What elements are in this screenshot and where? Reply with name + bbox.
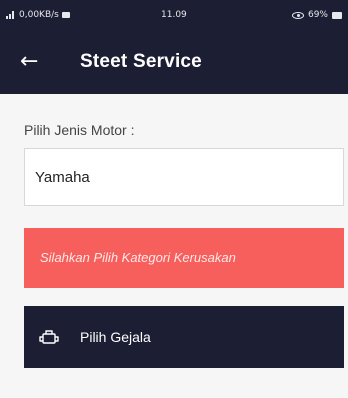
select-symptom-label: Pilih Gejala [80,329,151,345]
screen: 0,00KB/s 11.09 69% ← Steet Service Pilih… [0,0,348,398]
alert-text: Silahkan Pilih Kategori Kerusakan [40,250,236,265]
main-content: Pilih Jenis Motor : Yamaha Silahkan Pili… [0,94,348,398]
status-time: 11.09 [161,10,187,20]
alert-banner: Silahkan Pilih Kategori Kerusakan [24,228,344,288]
status-right: 69% [291,10,342,20]
battery-percent: 69% [307,10,328,20]
status-left: 0,00KB/s [6,10,70,20]
message-icon [61,12,70,18]
status-bar: 0,00KB/s 11.09 69% [0,0,348,30]
network-speed: 0,00KB/s [19,10,59,20]
motor-type-field[interactable]: Yamaha [24,148,344,206]
engine-icon [39,330,59,344]
back-arrow-icon: ← [20,49,39,74]
eye-icon [291,11,304,19]
back-button[interactable]: ← [20,50,48,74]
battery-icon [332,11,342,19]
signal-icon [6,11,16,19]
select-symptom-button[interactable]: Pilih Gejala [24,306,344,368]
motor-type-value: Yamaha [35,169,90,186]
motor-type-label: Pilih Jenis Motor : [24,122,135,138]
app-bar: ← Steet Service [0,30,348,94]
page-title: Steet Service [80,51,202,72]
